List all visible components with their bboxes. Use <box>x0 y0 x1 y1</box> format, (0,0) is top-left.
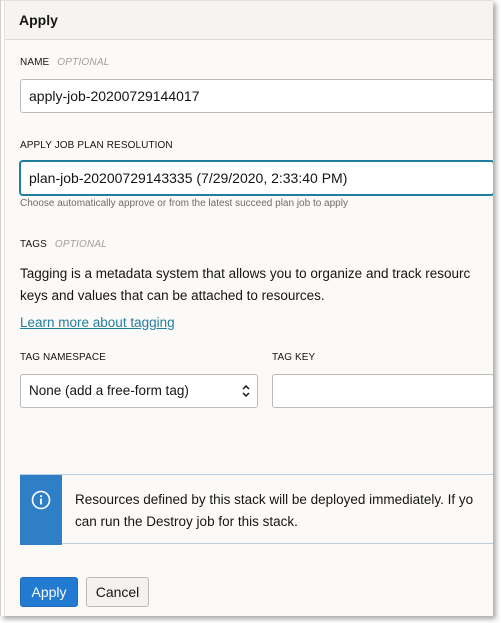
left-edge-strip <box>1 1 5 616</box>
tag-key-input[interactable] <box>272 374 493 408</box>
dialog-header: Apply <box>1 1 493 40</box>
info-notice: Resources defined by this stack will be … <box>20 474 493 545</box>
plan-resolution-helper: Choose automatically approve or from the… <box>20 198 348 209</box>
tag-namespace-label-text: TAG NAMESPACE <box>20 352 106 363</box>
notice-accent-bar <box>20 475 62 545</box>
name-label-text: NAME <box>20 57 50 68</box>
notice-message-line-1: Resources defined by this stack will be … <box>75 492 474 507</box>
info-circle-icon <box>31 490 51 510</box>
name-label: NAME OPTIONAL <box>20 57 109 68</box>
apply-button[interactable]: Apply <box>20 577 78 607</box>
tag-namespace-label: TAG NAMESPACE <box>20 352 106 363</box>
plan-resolution-label: APPLY JOB PLAN RESOLUTION <box>20 140 173 151</box>
learn-more-tagging-link[interactable]: Learn more about tagging <box>20 315 175 330</box>
tag-key-label: TAG KEY <box>272 352 315 363</box>
tags-description-line-2: keys and values that can be attached to … <box>20 288 325 303</box>
tag-namespace-select[interactable]: None (add a free-form tag) <box>20 374 258 408</box>
name-input[interactable]: apply-job-20200729144017 <box>20 79 493 113</box>
chevron-up-down-icon <box>242 384 250 398</box>
notice-message-line-2: can run the Destroy job for this stack. <box>75 514 298 529</box>
tags-optional-tag: OPTIONAL <box>54 239 108 250</box>
plan-resolution-value: plan-job-20200729143335 (7/29/2020, 2:33… <box>29 170 348 186</box>
name-input-value: apply-job-20200729144017 <box>29 88 200 104</box>
tag-namespace-value: None (add a free-form tag) <box>29 383 189 398</box>
tags-label: TAGS OPTIONAL <box>20 239 107 250</box>
tags-description: Tagging is a metadata system that allows… <box>20 263 493 307</box>
plan-resolution-field[interactable]: plan-job-20200729143335 (7/29/2020, 2:33… <box>20 161 493 195</box>
tag-key-label-text: TAG KEY <box>272 352 316 363</box>
dialog-title: Apply <box>19 12 58 28</box>
apply-dialog: Apply NAME OPTIONAL apply-job-20200729144… <box>0 0 493 616</box>
cancel-button[interactable]: Cancel <box>86 577 149 607</box>
tags-label-text: TAGS <box>20 239 47 250</box>
name-optional-tag: OPTIONAL <box>57 57 110 68</box>
tags-description-line-1: Tagging is a metadata system that allows… <box>20 266 471 281</box>
notice-message: Resources defined by this stack will be … <box>75 489 473 533</box>
plan-resolution-label-text: APPLY JOB PLAN RESOLUTION <box>20 140 173 151</box>
